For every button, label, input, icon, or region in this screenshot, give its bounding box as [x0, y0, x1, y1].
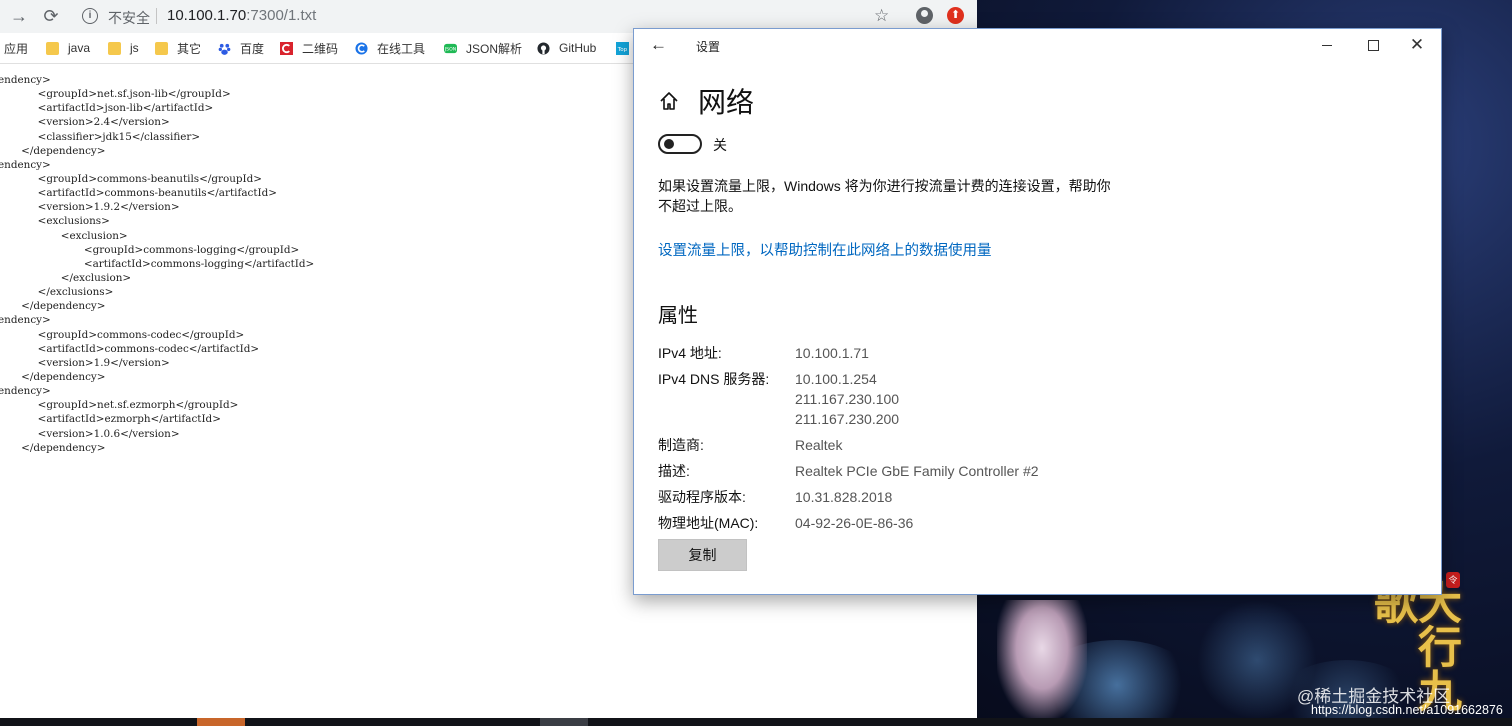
page-header: 网络	[658, 81, 754, 121]
property-label: IPv4 地址:	[658, 345, 722, 361]
text-line: </exclusion>	[0, 271, 132, 284]
taskbar	[0, 718, 1512, 726]
metered-description: 如果设置流量上限，Windows 将为你进行按流量计费的连接设置，帮助你不超过上…	[658, 178, 1111, 214]
text-line: <groupId>net.sf.ezmorph</groupId>	[0, 399, 239, 412]
bookmark-js[interactable]: js	[108, 40, 139, 56]
metered-connection-toggle[interactable]	[658, 134, 702, 154]
security-label[interactable]: 不安全	[108, 8, 150, 28]
text-line: <artifactId>json-lib</artifactId>	[0, 102, 214, 115]
qrcode-site-icon	[280, 41, 293, 55]
text-line: <groupId>commons-codec</groupId>	[0, 328, 245, 341]
folder-icon	[46, 41, 59, 55]
bookmark-other[interactable]: 其它	[155, 40, 201, 56]
address-bar[interactable]: i 不安全 10.100.1.70:7300/1.txt	[74, 3, 904, 29]
bookmark-github[interactable]: GitHub	[537, 40, 596, 56]
property-value: Realtek PCIe GbE Family Controller #2	[795, 463, 1039, 479]
folder-icon	[108, 41, 121, 55]
text-line: </dependency>	[0, 441, 106, 454]
settings-titlebar: ← 设置 ✕	[634, 29, 1441, 61]
property-label: 制造商:	[658, 437, 704, 453]
text-line: endency>	[0, 74, 51, 86]
reload-icon[interactable]: ⟳	[39, 4, 63, 28]
text-line: </dependency>	[0, 300, 106, 313]
minimize-button[interactable]	[1312, 33, 1342, 57]
text-line: endency>	[0, 314, 51, 327]
text-line: <version>2.4</version>	[0, 116, 170, 129]
page-title: 网络	[698, 87, 755, 118]
minimize-icon	[1322, 44, 1332, 46]
bookmark-online-tools[interactable]: 在线工具	[355, 40, 425, 56]
property-value: 04-92-26-0E-86-36	[795, 515, 914, 531]
baidu-icon	[218, 43, 231, 55]
text-line: <artifactId>commons-beanutils</artifactI…	[0, 187, 277, 200]
svg-text:Top: Top	[617, 46, 628, 52]
taskbar-app-icon[interactable]	[540, 718, 588, 726]
property-label: 描述:	[658, 463, 690, 479]
text-line: </dependency>	[0, 370, 106, 383]
text-line: <groupId>commons-beanutils</groupId>	[0, 172, 263, 185]
text-line: <exclusions>	[0, 215, 110, 228]
window-title: 设置	[696, 40, 721, 54]
property-value: 10.100.1.254 211.167.230.100 211.167.230…	[795, 371, 900, 427]
bookmark-baidu[interactable]: 百度	[218, 40, 264, 56]
top-site-icon: Top	[616, 41, 629, 55]
bookmark-top[interactable]: Top	[616, 40, 629, 56]
github-icon	[537, 41, 550, 55]
home-icon[interactable]	[658, 90, 680, 112]
property-value: Realtek	[795, 437, 843, 453]
online-tools-icon	[355, 41, 368, 55]
extension-icon[interactable]: ⬆	[947, 7, 964, 24]
property-label: 物理地址(MAC):	[658, 515, 759, 531]
text-line: <exclusion>	[0, 229, 128, 242]
url-text[interactable]: 10.100.1.70:7300/1.txt	[167, 7, 316, 24]
text-line: <groupId>net.sf.json-lib</groupId>	[0, 88, 231, 101]
forward-icon[interactable]: →	[7, 4, 31, 28]
text-line: <artifactId>ezmorph</artifactId>	[0, 413, 221, 426]
toggle-knob	[664, 139, 674, 149]
properties-heading: 属性	[658, 305, 698, 327]
taskbar-app-icon[interactable]	[197, 718, 245, 726]
property-value: 10.31.828.2018	[795, 489, 893, 505]
profile-avatar-icon[interactable]	[916, 7, 933, 24]
maximize-button[interactable]	[1358, 33, 1388, 57]
text-line: </dependency>	[0, 144, 106, 157]
copy-button[interactable]: 复制	[658, 539, 747, 571]
text-file-content: endency> <groupId>net.sf.json-lib</group…	[0, 73, 314, 455]
text-line: <version>1.0.6</version>	[0, 427, 180, 440]
text-line: <artifactId>commons-codec</artifactId>	[0, 342, 260, 355]
wallpaper-seal-icon: 令	[1446, 572, 1460, 588]
json-icon: JSON	[444, 43, 457, 53]
bookmark-star-icon[interactable]: ☆	[874, 6, 889, 26]
text-line: <groupId>commons-logging</groupId>	[0, 243, 300, 256]
text-line: endency>	[0, 385, 51, 398]
toggle-state-label: 关	[713, 137, 727, 153]
bookmark-json[interactable]: JSON JSON解析	[444, 40, 522, 56]
watermark-url: https://blog.csdn.net/a1091662876	[1311, 703, 1503, 717]
text-line: endency>	[0, 158, 51, 171]
property-value: 10.100.1.71	[795, 345, 869, 361]
address-separator	[156, 8, 157, 24]
data-limit-link[interactable]: 设置流量上限，以帮助控制在此网络上的数据使用量	[658, 239, 992, 260]
text-line: <classifier>jdk15</classifier>	[0, 130, 201, 143]
text-line: <version>1.9</version>	[0, 356, 170, 369]
close-button[interactable]: ✕	[1402, 33, 1432, 57]
bookmark-qrcode[interactable]: 二维码	[280, 40, 338, 56]
close-icon: ✕	[1409, 35, 1425, 54]
svg-text:JSON: JSON	[444, 46, 456, 52]
text-line: <artifactId>commons-logging</artifactId>	[0, 257, 315, 270]
maximize-icon	[1367, 39, 1379, 51]
back-arrow-icon[interactable]: ←	[650, 35, 667, 55]
property-label: 驱动程序版本:	[658, 489, 746, 505]
property-label: IPv4 DNS 服务器:	[658, 371, 770, 387]
text-line: <version>1.9.2</version>	[0, 201, 180, 214]
wallpaper-figure	[997, 600, 1087, 720]
text-line: </exclusions>	[0, 286, 114, 299]
bookmark-apps[interactable]: 应用	[4, 40, 28, 56]
bookmark-java[interactable]: java	[46, 40, 90, 56]
folder-icon	[155, 41, 168, 55]
info-icon[interactable]: i	[82, 8, 98, 24]
settings-window: ← 设置 ✕ 网络 关 如果设置流量上限，Windows 将为你进行按流量计费的…	[633, 28, 1442, 595]
